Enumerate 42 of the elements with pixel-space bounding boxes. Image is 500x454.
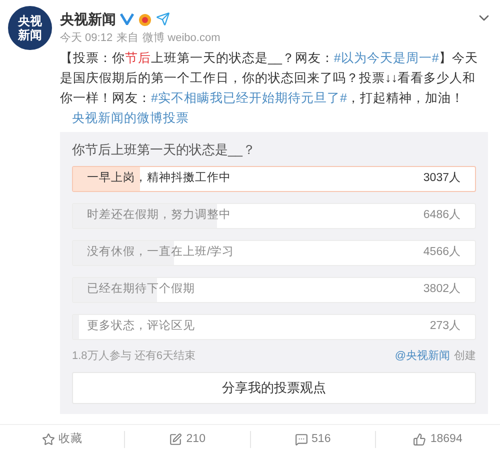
vote-count: 273人 [430,318,461,334]
poll-option[interactable]: 更多状态，评论区见 273人 [72,314,476,340]
avatar[interactable]: 央视 新闻 [8,6,52,50]
vote-count: 3802人 [423,282,461,298]
source-name[interactable]: 微博 weibo.com [142,30,220,46]
action-button[interactable]: 210 [169,430,206,448]
option-label: 没有休假，一直在上班/学习 [87,244,234,260]
hashtag-link[interactable]: #实不相瞒我已经开始期待元旦了# [151,91,347,105]
option-label: 已经在期待下个假期 [87,282,195,298]
post-text: 【投票：你节后上班第一天的状态是__？网友：#以为今天是周一#】今天是国庆假期后的第一个工作日，你的状态回来了吗？投票↓↓看看多少人和你一样！网友：#实不相瞒我已经开始期待元旦了#，打起精神，加油！ 央视新闻的微博投票 [60,50,479,127]
verified-icon [120,13,134,25]
created-label: 创建 [454,348,476,364]
edit-icon [169,433,182,446]
source-label: 来自 [116,31,139,46]
poll-question: 你节后上班第一天的状态是__？ [72,141,256,159]
comment-icon [294,433,308,446]
source-link[interactable]: 央视新闻的微博投票 [72,111,189,125]
creator-link[interactable]: @央视新闻 [394,348,450,364]
avatar-text: 央视 [18,14,42,28]
poll-option[interactable]: 时差还在假期，努力调整中 6486人 [72,203,476,229]
hashtag-link[interactable]: #以为今天是周一# [334,51,439,65]
option-label: 时差还在假期，努力调整中 [87,208,231,224]
vote-count: 3037人 [423,170,461,186]
thumbs-up-icon [413,433,426,446]
poll-option[interactable]: 没有休假，一直在上班/学习 4566人 [72,240,476,266]
poll-option[interactable]: 一早上岗，精神抖擞工作中 3037人 [72,166,476,192]
poll-summary: 1.8万人参与 还有6天结束 [72,348,196,364]
poll-option[interactable]: 已经在期待下个假期 3802人 [72,277,476,303]
author-name[interactable]: 央视新闻 [60,8,116,30]
badge-icon [138,12,152,26]
avatar-text: 新闻 [18,28,42,42]
send-icon [156,12,170,26]
post-time: 今天 09:12 [60,31,113,46]
option-label: 更多状态，评论区见 [87,318,195,334]
action-button[interactable]: 516 [294,430,331,448]
action-button[interactable]: 18694 [413,430,462,448]
action-button[interactable]: 收藏 [42,430,83,448]
vote-count: 6486人 [423,208,461,224]
star-icon [42,433,55,446]
option-label: 一早上岗，精神抖擞工作中 [87,170,231,186]
vote-count: 4566人 [423,244,461,260]
share-button[interactable]: 分享我的投票观点 [72,372,476,404]
